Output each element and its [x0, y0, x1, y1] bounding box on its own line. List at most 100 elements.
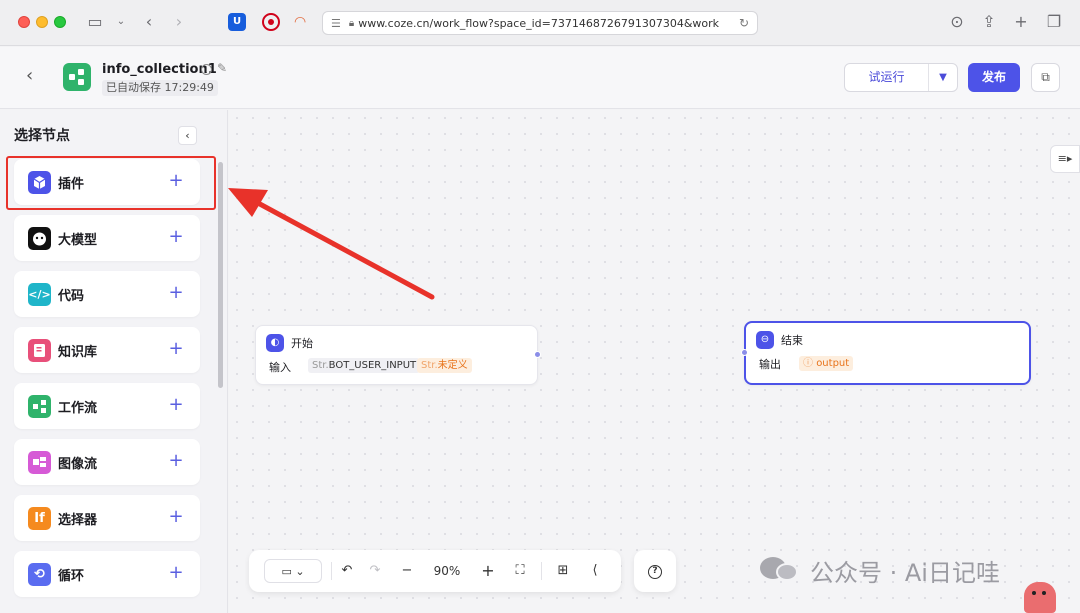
undefined-type: Str. [421, 360, 438, 371]
browser-chrome: ▭ ⌄ ‹ › U ◠ ☰ 🔒︎ www.coze.cn/work_flow?s… [0, 0, 1080, 46]
sidebar-item-llm[interactable]: 大模型 + [14, 215, 200, 261]
workflow-logo-icon [63, 63, 91, 91]
end-input-port[interactable] [741, 349, 748, 356]
output-tag-label: output [816, 358, 850, 369]
code-icon: </> [28, 283, 51, 306]
caret-down-icon[interactable]: ▼ [929, 64, 957, 91]
watermark: 公众号 · Ai日记哇 [760, 552, 1000, 588]
fit-view-icon[interactable]: ⛶ [508, 559, 532, 583]
param-type: Str. [312, 360, 329, 371]
url-text: www.coze.cn/work_flow?space_id=737146872… [358, 16, 720, 30]
sidebar-scrollbar[interactable] [218, 162, 223, 388]
help-button[interactable]: ? [634, 550, 676, 592]
image-flow-icon [28, 451, 51, 474]
zoom-out-icon[interactable]: − [395, 559, 419, 583]
highlight-annotation-box [6, 156, 216, 210]
sidebar-item-label: 知识库 [58, 345, 98, 360]
zoom-level[interactable]: 90% [427, 559, 467, 583]
reload-icon[interactable]: ↻ [739, 16, 749, 30]
info-icon[interactable]: i [201, 64, 212, 75]
auto-layout-icon[interactable]: ⊞ [551, 559, 575, 583]
workflow-title: info_collection1 [102, 62, 217, 77]
add-icon[interactable]: + [166, 282, 186, 306]
sidebar-item-label: 大模型 [58, 233, 98, 248]
sidebar-item-label: 工作流 [58, 401, 98, 416]
canvas-toolbar: ▭ ⌄ ↶ ↷ − 90% + ⛶ ⊞ ⟨ [249, 550, 621, 592]
add-icon[interactable]: + [166, 450, 186, 474]
share-icon[interactable]: ⇪ [978, 11, 1000, 33]
app-header: ‹ info_collection1 i ✎ 已自动保存 17:29:49 试运… [0, 47, 1080, 109]
end-icon: ⊖ [756, 331, 774, 349]
publish-button[interactable]: 发布 [968, 63, 1020, 92]
undefined-label: 未定义 [437, 360, 468, 371]
workflow-icon [28, 395, 51, 418]
add-icon[interactable]: + [166, 394, 186, 418]
end-node[interactable]: ⊖ 结束 输出 ⓘ output [744, 321, 1031, 385]
help-icon: ? [648, 565, 662, 579]
bitwarden-extension-icon[interactable]: U [228, 13, 246, 31]
rss-extension-icon[interactable]: ◠ [294, 13, 306, 31]
forward-nav-icon[interactable]: › [168, 11, 190, 33]
start-node[interactable]: ◐ 开始 输入 Str.BOT_USER_INPUT Str.未定义 [255, 325, 538, 385]
add-icon[interactable]: + [166, 338, 186, 362]
tab-overview-icon[interactable]: ❐ [1043, 11, 1065, 33]
back-arrow-icon[interactable]: ‹ [26, 65, 44, 87]
undefined-param-tag: Str.未定义 [417, 358, 472, 373]
duplicate-icon[interactable]: ⧉ [1031, 63, 1060, 92]
address-bar[interactable]: ☰ 🔒︎ www.coze.cn/work_flow?space_id=7371… [322, 11, 758, 35]
start-output-port[interactable] [534, 351, 541, 358]
add-icon[interactable]: + [166, 506, 186, 530]
new-tab-icon[interactable]: + [1010, 11, 1032, 33]
warning-icon: ⓘ [803, 358, 817, 369]
robot-face-icon [28, 227, 51, 250]
input-param-tag: Str.BOT_USER_INPUT [308, 358, 421, 373]
sidebar-item-label: 选择器 [58, 513, 98, 528]
zoom-in-icon[interactable]: + [476, 559, 500, 583]
mascot-icon [1024, 582, 1056, 613]
sidebar-item-label: 循环 [58, 569, 85, 584]
zoom-window-button[interactable] [54, 16, 66, 28]
input-label: 输入 [269, 361, 291, 374]
close-window-button[interactable] [18, 16, 30, 28]
interaction-mode-select[interactable]: ▭ ⌄ [264, 559, 322, 583]
sidebar-item-code[interactable]: </> 代码 + [14, 271, 200, 317]
if-icon: If [28, 507, 51, 530]
book-icon [28, 339, 51, 362]
sidebar-item-label: 图像流 [58, 457, 98, 472]
side-panel-toggle-icon[interactable]: ≡▸ [1050, 145, 1080, 173]
sidebar-item-selector[interactable]: If 选择器 + [14, 495, 200, 541]
watermark-text: 公众号 · Ai日记哇 [810, 558, 1000, 587]
minimize-window-button[interactable] [36, 16, 48, 28]
start-icon: ◐ [266, 334, 284, 352]
autosave-status: 已自动保存 17:29:49 [102, 80, 218, 96]
sidebar-item-label: 代码 [58, 289, 85, 304]
test-run-label[interactable]: 试运行 [845, 64, 929, 91]
record-extension-icon[interactable] [262, 13, 280, 31]
sidebar-item-knowledge[interactable]: 知识库 + [14, 327, 200, 373]
page-settings-icon[interactable]: ☰ [331, 17, 341, 30]
loop-icon: ⟲ [28, 563, 51, 586]
param-name: BOT_USER_INPUT [328, 360, 417, 371]
end-node-title: 结束 [781, 334, 803, 347]
add-icon[interactable]: + [166, 226, 186, 250]
sidebar-toggle-icon[interactable]: ▭ [84, 11, 106, 33]
test-run-button[interactable]: 试运行 ▼ [844, 63, 958, 92]
redo-icon[interactable]: ↷ [363, 559, 387, 583]
downloads-icon[interactable]: ⊙ [946, 11, 968, 33]
sidebar-item-image-flow[interactable]: 图像流 + [14, 439, 200, 485]
back-nav-icon[interactable]: ‹ [138, 11, 160, 33]
lock-icon: 🔒︎ [348, 17, 355, 29]
sidebar-item-workflow[interactable]: 工作流 + [14, 383, 200, 429]
collapse-sidebar-button[interactable]: ‹ [178, 126, 197, 145]
start-node-title: 开始 [291, 337, 313, 350]
output-tag: ⓘ output [799, 356, 854, 371]
sidebar-title: 选择节点 [14, 128, 70, 144]
add-icon[interactable]: + [166, 562, 186, 586]
wechat-icon [760, 555, 800, 585]
edit-icon[interactable]: ✎ [217, 61, 227, 75]
connector-style-icon[interactable]: ⟨ [583, 559, 607, 583]
undo-icon[interactable]: ↶ [335, 559, 359, 583]
chevron-down-icon[interactable]: ⌄ [110, 11, 132, 33]
output-label: 输出 [759, 358, 781, 371]
sidebar-item-loop[interactable]: ⟲ 循环 + [14, 551, 200, 597]
